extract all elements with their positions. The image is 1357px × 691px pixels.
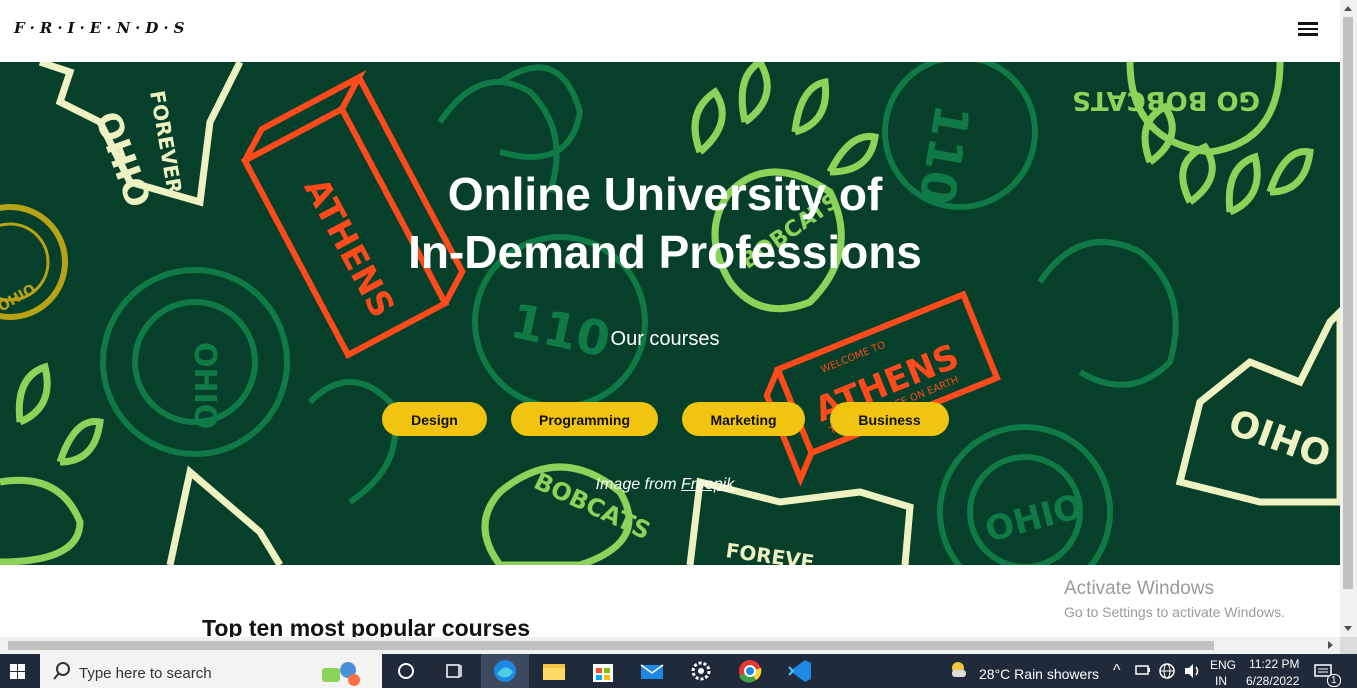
horizontal-scrollbar[interactable] [0,637,1340,654]
programming-course-button[interactable]: Programming [511,402,658,436]
design-course-button[interactable]: Design [382,402,487,436]
settings-icon[interactable] [677,654,725,688]
scroll-up-arrow-icon[interactable] [1344,6,1352,11]
chrome-icon[interactable] [726,654,774,688]
watermark-subtitle: Go to Settings to activate Windows. [1064,604,1285,620]
scroll-down-arrow-icon[interactable] [1344,626,1352,631]
vertical-scrollbar[interactable] [1340,0,1357,637]
weather-status[interactable]: 28°C Rain showers [979,666,1099,682]
input-region[interactable]: IN [1215,674,1227,688]
hero-title: Online University of In-Demand Professio… [0,165,1340,281]
business-course-button[interactable]: Business [830,402,949,436]
image-credit-prefix: Image from [595,476,681,493]
vscode-icon[interactable] [775,654,823,688]
scroll-right-arrow-icon[interactable] [1328,641,1333,649]
rain-weather-icon[interactable] [946,654,970,688]
hero-title-line1: Online University of [447,168,883,220]
svg-text:OHIO: OHIO [187,342,222,429]
windows-start-icon[interactable] [0,654,40,688]
search-placeholder: Type here to search [79,665,212,682]
hero-banner: OHIO FOREVER OHIO FOREVE ATHENS ATHENS W… [0,62,1340,565]
scrollbar-corner [1340,637,1357,654]
hero-title-line2: In-Demand Professions [408,226,922,278]
svg-text:OHIO: OHIO [1224,399,1336,473]
navbar: F·R·I·E·N·D·S [0,0,1340,62]
cortana-icon[interactable] [382,654,430,688]
battery-icon[interactable] [1134,654,1152,688]
file-explorer-icon[interactable] [530,654,578,688]
courses-label: Our courses [610,328,720,350]
edge-browser-icon[interactable] [481,654,529,688]
image-credit: Image from Freepik [0,476,1330,494]
volume-icon[interactable] [1182,654,1202,688]
chevron-up-icon[interactable]: ^ [1113,662,1121,680]
browser-viewport: F·R·I·E·N·D·S OHIO FOREVER OHIO FOREVE A… [0,0,1340,637]
popular-courses-heading: Top ten most popular courses [202,615,530,637]
horizontal-scroll-thumb[interactable] [8,641,1214,650]
input-language[interactable]: ENG [1210,658,1236,672]
notification-count-badge: 1 [1327,674,1341,687]
watermark-title: Activate Windows [1064,578,1214,599]
friends-logo[interactable]: F·R·I·E·N·D·S [14,19,189,37]
freepik-link[interactable]: Freepik [681,476,734,493]
activate-windows-watermark: Activate Windows Go to Settings to activ… [1064,578,1285,620]
taskbar-search-box[interactable]: Type here to search [40,654,382,688]
svg-text:GO BOBCATS: GO BOBCATS [1072,85,1260,115]
weather-widget-icon[interactable] [316,654,364,688]
clock-time[interactable]: 11:22 PM [1249,657,1299,671]
task-view-icon[interactable] [430,654,478,688]
search-icon [53,662,70,680]
svg-text:FOREVE: FOREVE [724,538,815,565]
vertical-scroll-thumb[interactable] [1343,17,1353,589]
hamburger-menu-icon[interactable] [1296,19,1320,39]
mail-icon[interactable] [628,654,676,688]
marketing-course-button[interactable]: Marketing [682,402,805,436]
windows-taskbar: Type here to search 28°C Rain showers ^ … [0,654,1357,688]
clock-date[interactable]: 6/28/2022 [1246,674,1299,688]
microsoft-store-icon[interactable] [579,654,627,688]
network-globe-icon[interactable] [1157,654,1177,688]
